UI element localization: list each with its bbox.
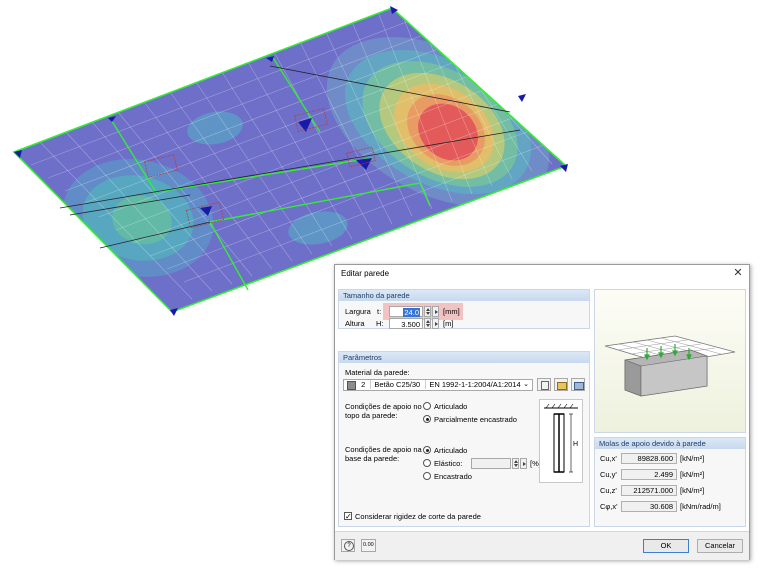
- parameters-panel: Parâmetros Material da parede: 2 Betão C…: [338, 351, 590, 527]
- material-label: Material da parede:: [345, 368, 410, 377]
- wall-size-header: Tamanho da parede: [339, 290, 589, 301]
- spring-value-uy: 2.499: [621, 469, 677, 480]
- elastic-arrow-button[interactable]: [520, 458, 527, 469]
- folder-icon: [557, 382, 567, 390]
- shear-stiffness-label: Considerar rigidez de corte da parede: [355, 512, 481, 521]
- height-label: Altura: [345, 319, 365, 328]
- base-fixed-radio[interactable]: [423, 472, 431, 480]
- width-unit: [mm]: [443, 307, 460, 316]
- base-elastic-radio[interactable]: [423, 459, 431, 467]
- material-name: Betão C25/30: [370, 380, 421, 389]
- help-icon: ?: [344, 541, 354, 551]
- edit-icon: [574, 382, 584, 390]
- base-fixed-label: Encastrado: [434, 472, 472, 481]
- material-number: 2: [361, 380, 366, 389]
- edit-wall-dialog: Editar parede ✕ Tamanho da parede Largur…: [334, 264, 750, 560]
- dialog-footer: ? 0.00 OK Cancelar: [335, 531, 749, 560]
- dialog-titlebar: Editar parede ✕: [335, 265, 749, 283]
- width-symbol: t:: [377, 307, 382, 316]
- spring-unit-uz: [kN/m²]: [680, 486, 705, 495]
- spring-symbol-uy: Cu,y': [600, 470, 617, 479]
- base-support-label-1: Condições de apoio na: [345, 445, 422, 454]
- wall-preview-panel: [594, 289, 746, 433]
- elastic-percent-input[interactable]: [471, 458, 511, 469]
- height-unit: [m]: [443, 319, 454, 328]
- spring-unit-uy: [kN/m²]: [680, 470, 705, 479]
- top-support-label-2: topo da parede:: [345, 411, 398, 420]
- spring-value-ux: 89828.600: [621, 453, 677, 464]
- base-articulated-label: Articulado: [434, 446, 468, 455]
- material-select[interactable]: 2 Betão C25/30 EN 1992-1-1:2004/A1:2014 …: [343, 379, 533, 391]
- base-articulated-radio[interactable]: [423, 446, 431, 454]
- spring-unit-phix: [kNm/rad/m]: [680, 502, 721, 511]
- width-arrow-button[interactable]: [432, 306, 439, 317]
- cancel-button[interactable]: Cancelar: [697, 539, 743, 553]
- help-button[interactable]: ?: [341, 539, 355, 552]
- wall-3d-preview-icon: [604, 335, 736, 397]
- spring-symbol-phix: Cφ,x': [600, 502, 618, 511]
- dialog-title: Editar parede: [341, 269, 390, 278]
- spring-unit-ux: [kN/m²]: [680, 454, 705, 463]
- width-spinner[interactable]: [424, 306, 431, 317]
- new-material-button[interactable]: [554, 378, 568, 391]
- parameters-header: Parâmetros: [339, 352, 589, 363]
- height-input[interactable]: 3.500: [389, 318, 423, 329]
- height-spinner[interactable]: [424, 318, 431, 329]
- spring-value-phix: 30.608: [621, 501, 677, 512]
- spring-value-uz: 212571.000: [621, 485, 677, 496]
- top-articulated-label: Articulado: [434, 402, 468, 411]
- close-icon[interactable]: ✕: [731, 266, 745, 280]
- wall-size-panel: Tamanho da parede Largura t: 24.0 [mm] A…: [338, 289, 590, 329]
- elastic-spinner[interactable]: [512, 458, 519, 469]
- width-input[interactable]: 24.0: [389, 306, 423, 317]
- material-color-swatch: [347, 380, 356, 390]
- material-library-button[interactable]: [537, 378, 551, 391]
- spring-symbol-ux: Cu,x': [600, 454, 617, 463]
- height-arrow-button[interactable]: [432, 318, 439, 329]
- svg-text:H: H: [573, 441, 578, 448]
- top-partial-fixed-label: Parcialmente encastrado: [434, 415, 517, 424]
- units-decimals-button[interactable]: 0.00: [361, 539, 376, 552]
- width-value: 24.0: [403, 308, 420, 317]
- springs-header: Molas de apoio devido à parede: [595, 438, 745, 449]
- base-support-label-2: base da parede:: [345, 454, 400, 463]
- base-elastic-label: Elástico:: [434, 459, 463, 468]
- wall-diagram: H: [539, 399, 583, 483]
- chevron-down-icon[interactable]: ⌄: [523, 380, 529, 390]
- ok-button[interactable]: OK: [643, 539, 689, 553]
- wall-section-icon: H: [544, 403, 578, 473]
- shear-stiffness-checkbox[interactable]: ✓: [344, 512, 352, 521]
- top-support-label-1: Condições de apoio no: [345, 402, 422, 411]
- spring-symbol-uz: Cu,z': [600, 486, 617, 495]
- edit-material-button[interactable]: [571, 378, 585, 391]
- springs-panel: Molas de apoio devido à parede Cu,x' 898…: [594, 437, 746, 527]
- top-articulated-radio[interactable]: [423, 402, 431, 410]
- width-label: Largura: [345, 307, 371, 316]
- top-partial-fixed-radio[interactable]: [423, 415, 431, 423]
- library-icon: [541, 381, 549, 390]
- height-symbol: H:: [376, 319, 384, 328]
- material-standard: EN 1992-1-1:2004/A1:2014: [425, 380, 521, 389]
- decimals-icon: 0.00: [363, 542, 374, 548]
